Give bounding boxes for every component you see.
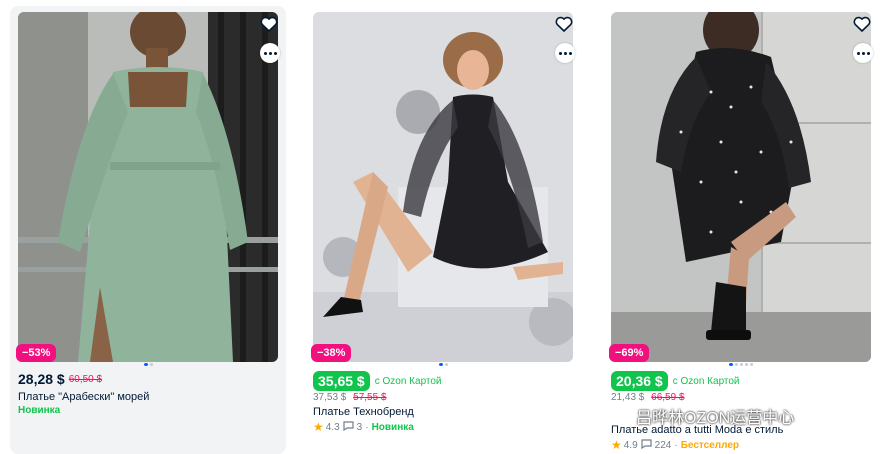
- product-title[interactable]: Платье Технобренд: [313, 406, 414, 418]
- more-dot: [268, 51, 272, 55]
- more-options-button[interactable]: [260, 43, 280, 63]
- pager-dot-active[interactable]: [143, 363, 148, 366]
- card-price-row: 35,65 $ с Ozon Картой: [313, 371, 442, 391]
- regular-price-row: 37,53 $ 57,55 $: [313, 392, 387, 403]
- more-dot: [563, 51, 567, 55]
- wechat-icon: [612, 407, 632, 428]
- product-card-2[interactable]: −38% 35,65 $ с Ozon Картой 37,53 $ 57,55…: [305, 6, 581, 454]
- star-icon: ★: [313, 420, 324, 434]
- heart-outline-icon: [260, 16, 278, 32]
- watermark-text: 吕晔林OZON运营中心: [636, 410, 795, 427]
- pager-dot[interactable]: [444, 363, 448, 366]
- old-price: 60,50 $: [68, 373, 103, 385]
- regular-price: 21,43 $: [611, 392, 645, 403]
- more-options-button[interactable]: [555, 43, 575, 63]
- pager-dot[interactable]: [735, 363, 738, 366]
- reviews-count: 3: [356, 421, 363, 433]
- ozon-card-label: с Ozon Картой: [374, 375, 442, 387]
- discount-badge: −69%: [609, 344, 650, 362]
- rating-value: 4.3: [325, 421, 340, 433]
- product-title[interactable]: Платье "Арабески" морей: [18, 391, 149, 403]
- product-photo-green-dress: [18, 12, 278, 362]
- rating-value: 4.9: [623, 439, 638, 451]
- product-card-3[interactable]: −69% 20,36 $ с Ozon Картой 21,43 $ 66,59…: [603, 6, 879, 454]
- more-dot: [866, 51, 870, 55]
- pager-dot[interactable]: [750, 363, 753, 366]
- separator-dot: ·: [674, 439, 678, 451]
- comment-icon: [343, 420, 354, 434]
- product-image-1[interactable]: [18, 12, 278, 362]
- ozon-card-label: с Ozon Картой: [672, 375, 740, 387]
- regular-price: 37,53 $: [313, 392, 347, 403]
- product-image-3[interactable]: [611, 12, 871, 362]
- rating-row[interactable]: ★ 4.3 3 · Новинка: [313, 420, 414, 434]
- add-to-favorites-button[interactable]: [258, 13, 280, 35]
- separator-dot: ·: [365, 421, 369, 433]
- product-image-2[interactable]: [313, 12, 573, 362]
- ozon-card-price: 20,36 $: [611, 371, 668, 391]
- price-row: 28,28 $ 60,50 $: [18, 371, 102, 387]
- more-dots-icon: [856, 51, 860, 55]
- image-pager[interactable]: [603, 363, 879, 366]
- new-badge: Новинка: [18, 405, 61, 416]
- more-options-button[interactable]: [853, 43, 873, 63]
- image-pager[interactable]: [305, 363, 581, 366]
- more-dot: [861, 51, 865, 55]
- pager-dot[interactable]: [740, 363, 743, 366]
- pager-dot-active[interactable]: [438, 363, 443, 366]
- discount-badge: −53%: [16, 344, 57, 362]
- pager-dot-active[interactable]: [729, 363, 733, 366]
- regular-price-row: 21,43 $ 66,59 $: [611, 392, 685, 403]
- comment-icon: [641, 438, 652, 452]
- ozon-card-price: 35,65 $: [313, 371, 370, 391]
- heart-outline-icon: [555, 16, 573, 32]
- reviews-count: 224: [654, 439, 672, 451]
- old-price: 66,59 $: [651, 392, 685, 403]
- heart-outline-icon: [853, 16, 871, 32]
- card-price-row: 20,36 $ с Ozon Картой: [611, 371, 740, 391]
- pager-dot[interactable]: [149, 363, 153, 366]
- current-price: 28,28 $: [18, 371, 65, 387]
- product-photo-polka-dress: [611, 12, 871, 362]
- product-card-1[interactable]: −53% 28,28 $ 60,50 $ Платье "Арабески" м…: [10, 6, 286, 454]
- more-dot: [568, 51, 572, 55]
- more-dots-icon: [558, 51, 562, 55]
- old-price: 57,55 $: [353, 392, 387, 403]
- more-dots-icon: [263, 51, 267, 55]
- add-to-favorites-button[interactable]: [553, 13, 575, 35]
- watermark: 吕晔林OZON运营中心: [612, 404, 794, 428]
- star-icon: ★: [611, 438, 622, 452]
- rating-row[interactable]: ★ 4.9 224 · Бестселлер: [611, 438, 739, 452]
- image-pager[interactable]: [10, 363, 286, 366]
- new-badge: Новинка: [371, 421, 414, 433]
- bestseller-badge: Бестселлер: [680, 439, 740, 451]
- discount-badge: −38%: [311, 344, 352, 362]
- more-dot: [273, 51, 277, 55]
- add-to-favorites-button[interactable]: [851, 13, 873, 35]
- product-photo-black-dress: [313, 12, 573, 362]
- pager-dot[interactable]: [745, 363, 748, 366]
